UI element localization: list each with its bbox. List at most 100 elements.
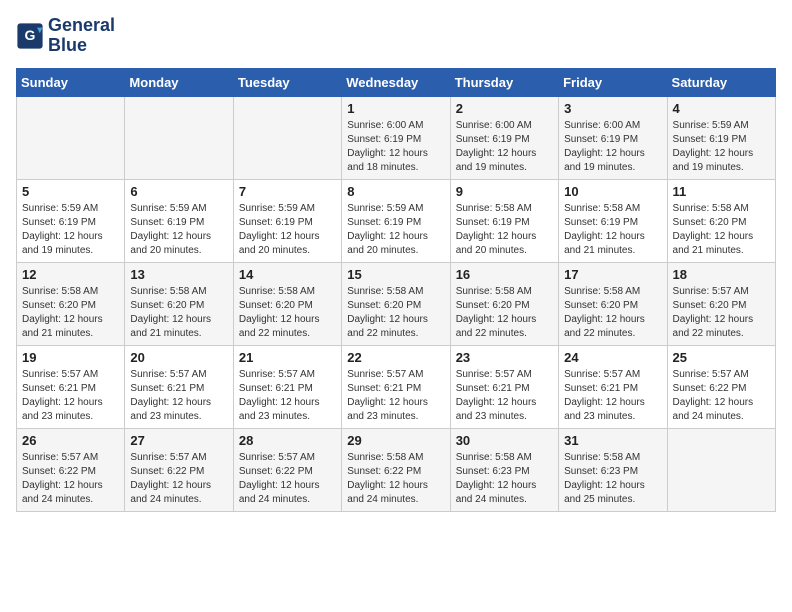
day-number: 25 — [673, 350, 770, 365]
day-number: 15 — [347, 267, 444, 282]
calendar-week-row: 1Sunrise: 6:00 AM Sunset: 6:19 PM Daylig… — [17, 96, 776, 179]
calendar-day-cell: 12 Sunrise: 5:58 AM Sunset: 6:20 PM Dayli… — [17, 262, 125, 345]
day-info: Sunrise: 5:57 AM Sunset: 6:21 PM Dayligh… — [347, 368, 444, 424]
day-info: Sunrise: 5:58 AM Sunset: 6:20 PM Dayligh… — [347, 285, 444, 341]
day-info: Sunrise: 5:58 AM Sunset: 6:20 PM Dayligh… — [130, 285, 227, 341]
calendar-day-cell: 11 Sunrise: 5:58 AM Sunset: 6:20 PM Dayli… — [667, 179, 775, 262]
weekday-header: Monday — [125, 68, 233, 96]
day-number: 31 — [564, 433, 661, 448]
logo-text: General Blue — [48, 16, 115, 56]
calendar-table: SundayMondayTuesdayWednesdayThursdayFrid… — [16, 68, 776, 512]
day-number: 3 — [564, 101, 661, 116]
calendar-header-row: SundayMondayTuesdayWednesdayThursdayFrid… — [17, 68, 776, 96]
day-number: 12 — [22, 267, 119, 282]
calendar-day-cell: 13 Sunrise: 5:58 AM Sunset: 6:20 PM Dayli… — [125, 262, 233, 345]
day-number: 23 — [456, 350, 553, 365]
calendar-day-cell: 19 Sunrise: 5:57 AM Sunset: 6:21 PM Dayli… — [17, 345, 125, 428]
day-info: Sunrise: 5:58 AM Sunset: 6:23 PM Dayligh… — [564, 451, 661, 507]
day-number: 4 — [673, 101, 770, 116]
calendar-week-row: 5Sunrise: 5:59 AM Sunset: 6:19 PM Daylig… — [17, 179, 776, 262]
day-number: 16 — [456, 267, 553, 282]
calendar-day-cell: 7Sunrise: 5:59 AM Sunset: 6:19 PM Daylig… — [233, 179, 341, 262]
weekday-header: Tuesday — [233, 68, 341, 96]
calendar-day-cell: 5Sunrise: 5:59 AM Sunset: 6:19 PM Daylig… — [17, 179, 125, 262]
day-info: Sunrise: 6:00 AM Sunset: 6:19 PM Dayligh… — [347, 119, 444, 175]
calendar-day-cell: 4 Sunrise: 5:59 AM Sunset: 6:19 PM Daylig… — [667, 96, 775, 179]
calendar-day-cell: 31 Sunrise: 5:58 AM Sunset: 6:23 PM Dayli… — [559, 428, 667, 511]
weekday-header: Friday — [559, 68, 667, 96]
calendar-day-cell: 9 Sunrise: 5:58 AM Sunset: 6:19 PM Daylig… — [450, 179, 558, 262]
day-info: Sunrise: 5:58 AM Sunset: 6:19 PM Dayligh… — [456, 202, 553, 258]
day-info: Sunrise: 5:59 AM Sunset: 6:19 PM Dayligh… — [347, 202, 444, 258]
day-number: 7 — [239, 184, 336, 199]
day-number: 14 — [239, 267, 336, 282]
day-info: Sunrise: 5:59 AM Sunset: 6:19 PM Dayligh… — [673, 119, 770, 175]
day-number: 11 — [673, 184, 770, 199]
calendar-week-row: 26Sunrise: 5:57 AM Sunset: 6:22 PM Dayli… — [17, 428, 776, 511]
calendar-day-cell: 26Sunrise: 5:57 AM Sunset: 6:22 PM Dayli… — [17, 428, 125, 511]
calendar-day-cell: 8 Sunrise: 5:59 AM Sunset: 6:19 PM Daylig… — [342, 179, 450, 262]
day-info: Sunrise: 5:57 AM Sunset: 6:21 PM Dayligh… — [564, 368, 661, 424]
calendar-day-cell: 10Sunrise: 5:58 AM Sunset: 6:19 PM Dayli… — [559, 179, 667, 262]
day-info: Sunrise: 5:59 AM Sunset: 6:19 PM Dayligh… — [130, 202, 227, 258]
day-number: 6 — [130, 184, 227, 199]
calendar-day-cell: 1Sunrise: 6:00 AM Sunset: 6:19 PM Daylig… — [342, 96, 450, 179]
day-number: 28 — [239, 433, 336, 448]
day-info: Sunrise: 5:57 AM Sunset: 6:22 PM Dayligh… — [130, 451, 227, 507]
day-number: 22 — [347, 350, 444, 365]
day-info: Sunrise: 5:57 AM Sunset: 6:22 PM Dayligh… — [239, 451, 336, 507]
day-info: Sunrise: 5:58 AM Sunset: 6:20 PM Dayligh… — [22, 285, 119, 341]
page-header: G General Blue — [16, 16, 776, 56]
day-info: Sunrise: 5:57 AM Sunset: 6:20 PM Dayligh… — [673, 285, 770, 341]
calendar-day-cell — [125, 96, 233, 179]
calendar-day-cell: 21Sunrise: 5:57 AM Sunset: 6:21 PM Dayli… — [233, 345, 341, 428]
day-info: Sunrise: 5:57 AM Sunset: 6:21 PM Dayligh… — [456, 368, 553, 424]
day-info: Sunrise: 5:58 AM Sunset: 6:20 PM Dayligh… — [673, 202, 770, 258]
calendar-day-cell: 18 Sunrise: 5:57 AM Sunset: 6:20 PM Dayli… — [667, 262, 775, 345]
day-info: Sunrise: 5:57 AM Sunset: 6:21 PM Dayligh… — [22, 368, 119, 424]
calendar-week-row: 19 Sunrise: 5:57 AM Sunset: 6:21 PM Dayli… — [17, 345, 776, 428]
calendar-body: 1Sunrise: 6:00 AM Sunset: 6:19 PM Daylig… — [17, 96, 776, 511]
day-number: 18 — [673, 267, 770, 282]
day-info: Sunrise: 5:58 AM Sunset: 6:20 PM Dayligh… — [564, 285, 661, 341]
calendar-day-cell — [17, 96, 125, 179]
calendar-week-row: 12 Sunrise: 5:58 AM Sunset: 6:20 PM Dayli… — [17, 262, 776, 345]
day-info: Sunrise: 5:57 AM Sunset: 6:21 PM Dayligh… — [239, 368, 336, 424]
day-number: 27 — [130, 433, 227, 448]
logo-icon: G — [16, 22, 44, 50]
day-number: 13 — [130, 267, 227, 282]
calendar-day-cell: 16 Sunrise: 5:58 AM Sunset: 6:20 PM Dayli… — [450, 262, 558, 345]
weekday-header: Wednesday — [342, 68, 450, 96]
calendar-day-cell — [667, 428, 775, 511]
day-number: 9 — [456, 184, 553, 199]
day-info: Sunrise: 5:57 AM Sunset: 6:22 PM Dayligh… — [22, 451, 119, 507]
calendar-day-cell: 27 Sunrise: 5:57 AM Sunset: 6:22 PM Dayli… — [125, 428, 233, 511]
calendar-day-cell: 24Sunrise: 5:57 AM Sunset: 6:21 PM Dayli… — [559, 345, 667, 428]
calendar-day-cell: 28 Sunrise: 5:57 AM Sunset: 6:22 PM Dayli… — [233, 428, 341, 511]
calendar-day-cell — [233, 96, 341, 179]
weekday-header: Sunday — [17, 68, 125, 96]
day-info: Sunrise: 5:59 AM Sunset: 6:19 PM Dayligh… — [22, 202, 119, 258]
calendar-day-cell: 25Sunrise: 5:57 AM Sunset: 6:22 PM Dayli… — [667, 345, 775, 428]
calendar-day-cell: 17 Sunrise: 5:58 AM Sunset: 6:20 PM Dayli… — [559, 262, 667, 345]
day-info: Sunrise: 6:00 AM Sunset: 6:19 PM Dayligh… — [456, 119, 553, 175]
weekday-header: Saturday — [667, 68, 775, 96]
day-number: 10 — [564, 184, 661, 199]
logo: G General Blue — [16, 16, 115, 56]
day-info: Sunrise: 5:57 AM Sunset: 6:21 PM Dayligh… — [130, 368, 227, 424]
calendar-day-cell: 29 Sunrise: 5:58 AM Sunset: 6:22 PM Dayli… — [342, 428, 450, 511]
day-info: Sunrise: 5:58 AM Sunset: 6:22 PM Dayligh… — [347, 451, 444, 507]
day-number: 19 — [22, 350, 119, 365]
day-number: 20 — [130, 350, 227, 365]
day-number: 29 — [347, 433, 444, 448]
calendar-day-cell: 23 Sunrise: 5:57 AM Sunset: 6:21 PM Dayli… — [450, 345, 558, 428]
day-number: 8 — [347, 184, 444, 199]
calendar-day-cell: 6 Sunrise: 5:59 AM Sunset: 6:19 PM Daylig… — [125, 179, 233, 262]
day-number: 17 — [564, 267, 661, 282]
calendar-day-cell: 22 Sunrise: 5:57 AM Sunset: 6:21 PM Dayli… — [342, 345, 450, 428]
svg-text:G: G — [25, 27, 36, 43]
day-info: Sunrise: 5:58 AM Sunset: 6:20 PM Dayligh… — [456, 285, 553, 341]
weekday-header: Thursday — [450, 68, 558, 96]
day-info: Sunrise: 5:58 AM Sunset: 6:23 PM Dayligh… — [456, 451, 553, 507]
calendar-day-cell: 30Sunrise: 5:58 AM Sunset: 6:23 PM Dayli… — [450, 428, 558, 511]
